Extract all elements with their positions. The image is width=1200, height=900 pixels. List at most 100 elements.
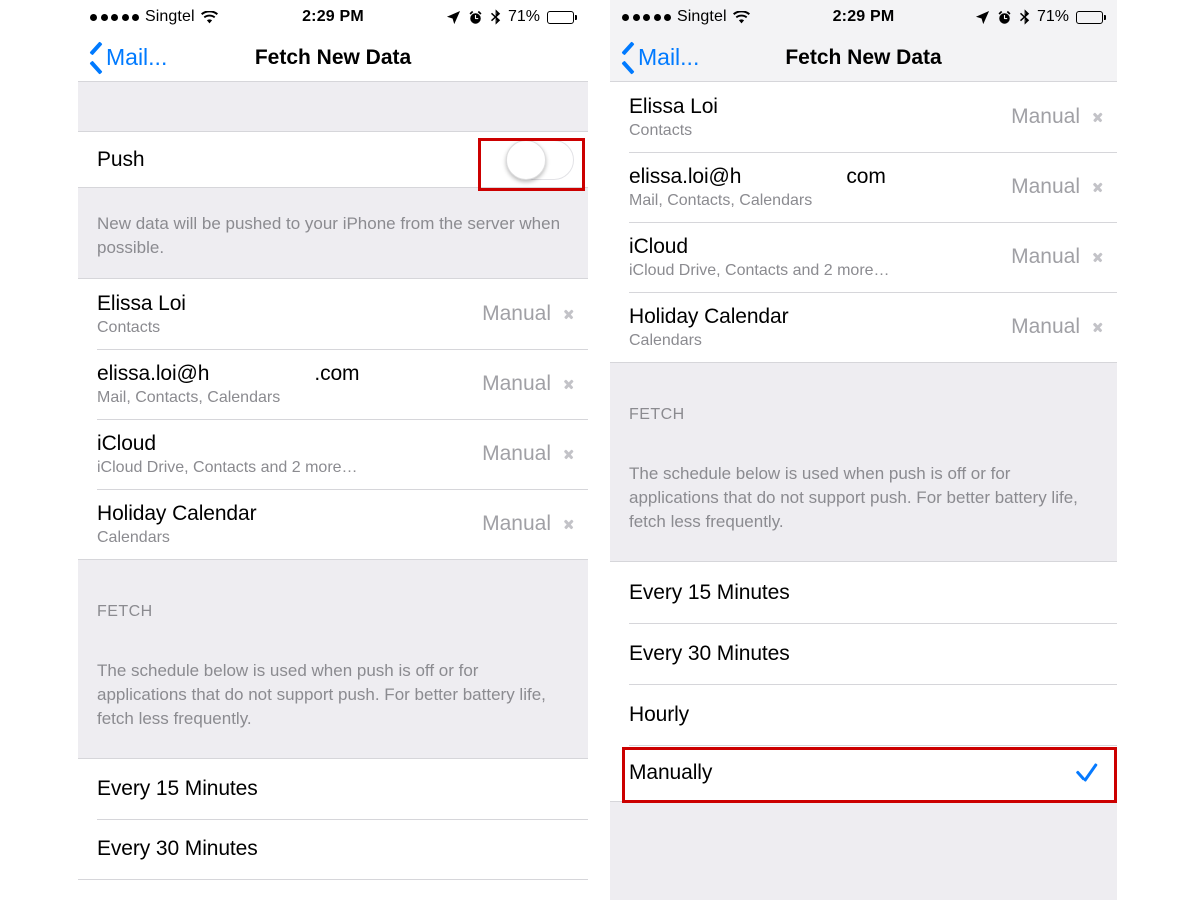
- account-value: Manual: [482, 302, 551, 325]
- battery-percent-label: 71%: [507, 8, 540, 25]
- push-note-block: New data will be pushed to your iPhone f…: [78, 187, 588, 279]
- back-button[interactable]: Mail...: [90, 44, 167, 71]
- accounts-group: Elissa Loi Contacts Manual elissa.loi@h …: [610, 82, 1117, 362]
- account-title: iCloud: [629, 234, 688, 258]
- account-title: iCloud: [97, 431, 156, 455]
- redaction-block: [209, 361, 315, 386]
- account-row-texts: iCloud iCloud Drive, Contacts and 2 more…: [629, 235, 1011, 280]
- carrier-label: Singtel: [677, 8, 727, 25]
- account-title: Elissa Loi: [629, 94, 718, 118]
- account-email-suffix: com: [846, 164, 886, 188]
- status-bar: Singtel 2:29 PM 71%: [610, 0, 1117, 34]
- push-note-text: New data will be pushed to your iPhone f…: [97, 214, 561, 258]
- wifi-icon: [200, 10, 218, 23]
- account-subtitle: Contacts: [97, 318, 161, 336]
- wifi-icon: [732, 10, 750, 23]
- schedule-option-label: Every 15 Minutes: [97, 777, 258, 800]
- chevron-left-icon: [622, 48, 633, 68]
- status-bar: Singtel 2:29 PM 71%: [78, 0, 588, 34]
- fetch-section-header: FETCH: [97, 603, 153, 620]
- fetch-note-text: The schedule below is used when push is …: [97, 661, 546, 729]
- back-button-label: Mail...: [638, 44, 700, 70]
- account-email-prefix: elissa.loi@h: [97, 361, 210, 385]
- bottom-spacer: [610, 801, 1117, 900]
- account-title: elissa.loi@h .com: [97, 361, 482, 386]
- account-row[interactable]: elissa.loi@h .com Mail, Contacts, Calend…: [78, 349, 588, 419]
- signal-strength-icon: [90, 13, 139, 21]
- back-button[interactable]: Mail...: [622, 44, 699, 71]
- alarm-clock-icon: [998, 10, 1011, 24]
- redaction-block: [741, 164, 847, 189]
- push-group: Push: [78, 132, 588, 187]
- account-title: Holiday Calendar: [629, 304, 789, 328]
- account-title: Holiday Calendar: [97, 501, 257, 525]
- account-value: Manual: [1011, 105, 1080, 128]
- bottom-separator: [78, 879, 588, 880]
- battery-icon: [547, 10, 577, 24]
- schedule-option-label: Hourly: [629, 702, 690, 726]
- push-row[interactable]: Push: [78, 132, 588, 187]
- checkmark-icon: [1074, 761, 1098, 785]
- account-row[interactable]: Holiday Calendar Calendars Manual: [78, 489, 588, 559]
- back-button-label: Mail...: [106, 44, 168, 70]
- chevron-right-icon: [564, 376, 574, 393]
- account-email-suffix: .com: [314, 361, 360, 385]
- account-subtitle: Contacts: [629, 121, 693, 139]
- push-label: Push: [97, 147, 145, 171]
- top-spacer: [78, 82, 588, 132]
- status-bar-left: Singtel: [90, 8, 218, 26]
- alarm-clock-icon: [469, 10, 482, 24]
- account-title: elissa.loi@h com: [629, 164, 1011, 189]
- account-subtitle: Mail, Contacts, Calendars: [97, 388, 281, 406]
- account-row[interactable]: iCloud iCloud Drive, Contacts and 2 more…: [610, 222, 1117, 292]
- bluetooth-icon: [1019, 9, 1030, 25]
- battery-percent-label: 71%: [1036, 8, 1069, 25]
- account-row[interactable]: Elissa Loi Contacts Manual: [78, 279, 588, 349]
- account-row-texts: iCloud iCloud Drive, Contacts and 2 more…: [97, 432, 482, 477]
- carrier-label: Singtel: [145, 8, 195, 25]
- schedule-option-row-selected[interactable]: Manually: [610, 745, 1117, 801]
- chevron-right-icon: [1093, 319, 1103, 336]
- phone-screenshot-left: Singtel 2:29 PM 71% Mail... Fetch New Da…: [78, 0, 588, 900]
- schedule-option-row[interactable]: Every 30 Minutes: [78, 819, 588, 879]
- navigation-bar: Mail... Fetch New Data: [610, 34, 1117, 82]
- account-row-texts: Holiday Calendar Calendars: [629, 305, 1011, 350]
- chevron-right-icon: [1093, 109, 1103, 126]
- account-subtitle: Calendars: [629, 331, 702, 349]
- chevron-right-icon: [564, 446, 574, 463]
- account-row-texts: elissa.loi@h com Mail, Contacts, Calenda…: [629, 164, 1011, 210]
- status-bar-right: 71%: [975, 8, 1106, 26]
- chevron-right-icon: [1093, 179, 1103, 196]
- fetch-info-block: FETCH The schedule below is used when pu…: [78, 559, 588, 759]
- chevron-left-icon: [90, 48, 101, 68]
- schedule-group: Every 15 Minutes Every 30 Minutes: [78, 759, 588, 880]
- schedule-option-row[interactable]: Every 30 Minutes: [610, 623, 1117, 684]
- push-toggle-knob: [506, 139, 546, 180]
- account-subtitle: Mail, Contacts, Calendars: [629, 191, 813, 209]
- account-row-texts: Elissa Loi Contacts: [629, 95, 1011, 140]
- schedule-option-row[interactable]: Every 15 Minutes: [78, 759, 588, 819]
- schedule-option-row[interactable]: Every 15 Minutes: [610, 562, 1117, 623]
- schedule-option-row[interactable]: Hourly: [610, 684, 1117, 745]
- account-value: Manual: [482, 442, 551, 465]
- schedule-option-label: Every 15 Minutes: [629, 580, 790, 604]
- push-row-texts: Push: [97, 148, 506, 172]
- navigation-bar: Mail... Fetch New Data: [78, 34, 588, 82]
- account-row[interactable]: elissa.loi@h com Mail, Contacts, Calenda…: [610, 152, 1117, 222]
- account-row[interactable]: iCloud iCloud Drive, Contacts and 2 more…: [78, 419, 588, 489]
- location-arrow-icon: [446, 10, 461, 24]
- location-arrow-icon: [975, 10, 990, 24]
- push-toggle[interactable]: [506, 139, 574, 180]
- schedule-option-label: Every 30 Minutes: [629, 641, 790, 665]
- account-row[interactable]: Holiday Calendar Calendars Manual: [610, 292, 1117, 362]
- phone-screenshot-right: Singtel 2:29 PM 71% Mail... Fetch New Da…: [610, 0, 1117, 900]
- account-value: Manual: [482, 512, 551, 535]
- account-row-texts: elissa.loi@h .com Mail, Contacts, Calend…: [97, 361, 482, 407]
- account-value: Manual: [1011, 315, 1080, 338]
- account-row[interactable]: Elissa Loi Contacts Manual: [610, 82, 1117, 152]
- accounts-group: Elissa Loi Contacts Manual elissa.loi@h …: [78, 279, 588, 559]
- chevron-right-icon: [564, 516, 574, 533]
- status-bar-left: Singtel: [622, 8, 750, 26]
- account-value: Manual: [1011, 175, 1080, 198]
- account-value: Manual: [482, 372, 551, 395]
